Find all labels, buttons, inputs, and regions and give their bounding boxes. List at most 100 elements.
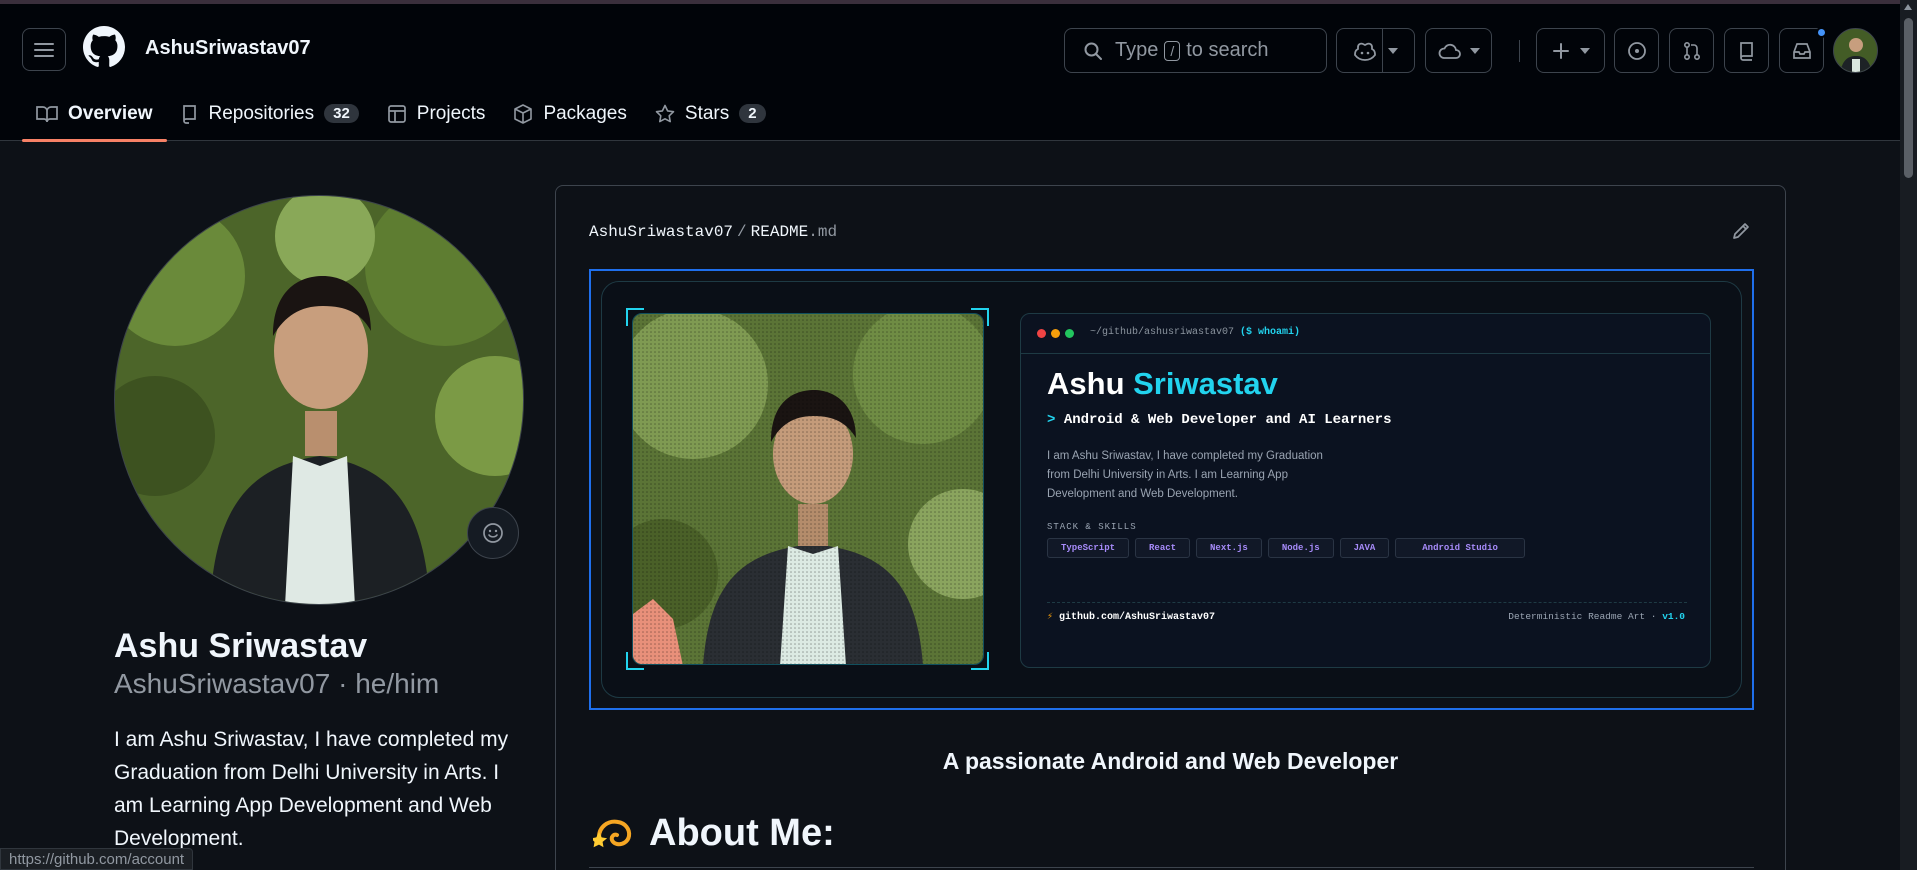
skill-chip: Node.js — [1267, 538, 1334, 558]
page-scrollbar[interactable] — [1900, 0, 1917, 870]
search-placeholder-prefix: Type — [1115, 39, 1159, 61]
banner-stack-label: STACK & SKILLS — [1047, 522, 1137, 532]
table-icon — [387, 104, 406, 123]
profile-avatar[interactable] — [114, 195, 524, 605]
package-icon — [514, 103, 533, 124]
readme-owner[interactable]: AshuSriwastav07 — [589, 223, 733, 241]
cloud-icon — [1438, 43, 1461, 59]
header-username[interactable]: AshuSriwastav07 — [145, 37, 311, 60]
chevron-down-icon — [1579, 47, 1590, 54]
banner-corner — [971, 652, 989, 670]
tab-stars[interactable]: Stars 2 — [641, 86, 780, 141]
smiley-icon — [483, 523, 503, 543]
skill-chip: Android Studio — [1395, 538, 1525, 558]
banner-corner — [626, 652, 644, 670]
pull-requests-button[interactable] — [1669, 28, 1714, 73]
copilot-icon — [1353, 42, 1376, 61]
readme-file[interactable]: README — [751, 223, 809, 241]
tab-label: Repositories — [208, 102, 315, 124]
search-icon — [1084, 42, 1102, 60]
banner-name: Ashu Sriwastav — [1047, 366, 1278, 401]
readme-card: AshuSriwastav07/README.md ~/github/ashus… — [555, 185, 1786, 870]
tab-projects[interactable]: Projects — [373, 86, 500, 141]
tab-label: Stars — [684, 102, 730, 124]
issue-circle-icon — [1627, 41, 1646, 60]
header-divider — [1519, 40, 1520, 62]
scrollbar-thumb[interactable] — [1904, 18, 1913, 178]
window-maximize-dot — [1065, 329, 1074, 338]
skill-chip: TypeScript — [1047, 538, 1130, 558]
search-placeholder-suffix: to search — [1186, 39, 1269, 61]
skill-chip: Next.js — [1196, 538, 1262, 558]
skill-chips: TypeScript React Next.js Node.js JAVA An… — [1047, 538, 1525, 558]
github-logo-icon[interactable] — [83, 26, 125, 68]
banner-role: > Android & Web Developer and AI Learner… — [1047, 412, 1392, 428]
notification-dot — [1816, 27, 1827, 38]
global-header: AshuSriwastav07 Type / to search Overvie… — [0, 4, 1900, 142]
profile-full-name: Ashu Sriwastav — [114, 627, 368, 665]
search-input[interactable]: Type / to search — [1064, 28, 1327, 73]
tab-repositories[interactable]: Repositories 32 — [167, 86, 373, 141]
terminal-titlebar: ~/github/ashusriwastav07 ($ whoami) — [1021, 314, 1710, 354]
terminal-path: ~/github/ashusriwastav07 ($ whoami) — [1090, 327, 1301, 338]
tab-overview[interactable]: Overview — [22, 86, 167, 142]
menu-button[interactable] — [22, 28, 66, 71]
banner-divider — [1047, 602, 1687, 603]
repositories-button[interactable] — [1724, 28, 1769, 73]
tab-label: Overview — [68, 102, 153, 124]
readme-banner-link[interactable]: ~/github/ashusriwastav07 ($ whoami) Ashu… — [589, 269, 1754, 710]
banner-photo — [632, 313, 984, 665]
readme-banner: ~/github/ashusriwastav07 ($ whoami) Ashu… — [601, 281, 1742, 698]
plus-icon — [1552, 42, 1569, 59]
skill-chip: React — [1135, 538, 1191, 558]
heading-divider — [589, 867, 1754, 868]
book-open-icon — [36, 105, 58, 122]
chevron-down-icon — [1469, 47, 1480, 54]
codespaces-button[interactable] — [1425, 28, 1492, 73]
scroll-up-arrow-icon[interactable] — [1904, 4, 1912, 10]
user-avatar[interactable] — [1833, 28, 1878, 73]
chevron-down-icon — [1387, 47, 1398, 54]
window-minimize-dot — [1051, 329, 1060, 338]
readme-tagline: A passionate Android and Web Developer — [942, 748, 1399, 774]
create-new-button[interactable] — [1536, 28, 1605, 73]
copilot-button[interactable] — [1336, 28, 1415, 73]
avatar-photo-icon — [1834, 29, 1877, 72]
copilot-divider — [1382, 29, 1383, 72]
banner-photo-icon — [633, 314, 983, 664]
set-status-button[interactable] — [467, 507, 519, 559]
banner-footer-credit: Deterministic Readme Art · v1.0 — [1508, 611, 1685, 622]
hamburger-icon — [34, 42, 54, 57]
stars-count-badge: 2 — [739, 104, 766, 123]
tab-packages[interactable]: Packages — [499, 86, 640, 141]
banner-description: I am Ashu Sriwastav, I have completed my… — [1047, 450, 1323, 500]
banner-corner — [971, 308, 989, 326]
about-heading: About Me: — [593, 812, 835, 855]
profile-handle: AshuSriwastav07 · he/him — [114, 668, 440, 699]
window-close-dot — [1037, 329, 1046, 338]
issues-button[interactable] — [1614, 28, 1659, 73]
profile-tabs: Overview Repositories 32 Projects Packag… — [22, 86, 780, 142]
pencil-icon[interactable] — [1731, 221, 1751, 241]
readme-ext: .md — [808, 223, 838, 241]
repositories-count-badge: 32 — [324, 104, 359, 123]
repo-icon — [182, 104, 196, 124]
star-icon — [655, 104, 675, 122]
profile-bio: I am Ashu Sriwastav, I have completed my… — [114, 728, 509, 850]
readme-path: AshuSriwastav07/README.md — [589, 223, 838, 241]
inbox-icon — [1792, 42, 1811, 59]
lightning-icon: ⚡ — [1047, 612, 1054, 623]
banner-footer-link: ⚡ github.com/AshuSriwastav07 — [1047, 612, 1216, 623]
tab-label: Projects — [416, 102, 486, 124]
tab-label: Packages — [543, 102, 627, 124]
repo-book-icon — [1739, 41, 1753, 61]
banner-terminal: ~/github/ashusriwastav07 ($ whoami) Ashu… — [1020, 313, 1711, 668]
dizzy-star-icon — [593, 819, 632, 847]
profile-photo-icon — [115, 196, 523, 604]
banner-corner — [626, 308, 644, 326]
pull-request-icon — [1683, 41, 1700, 60]
skill-chip: JAVA — [1339, 538, 1390, 558]
github-profile-page: AshuSriwastav07 Type / to search Overvie… — [0, 0, 1917, 870]
browser-status-url: https://github.com/account — [0, 848, 194, 870]
search-shortcut-key: / — [1164, 40, 1181, 61]
